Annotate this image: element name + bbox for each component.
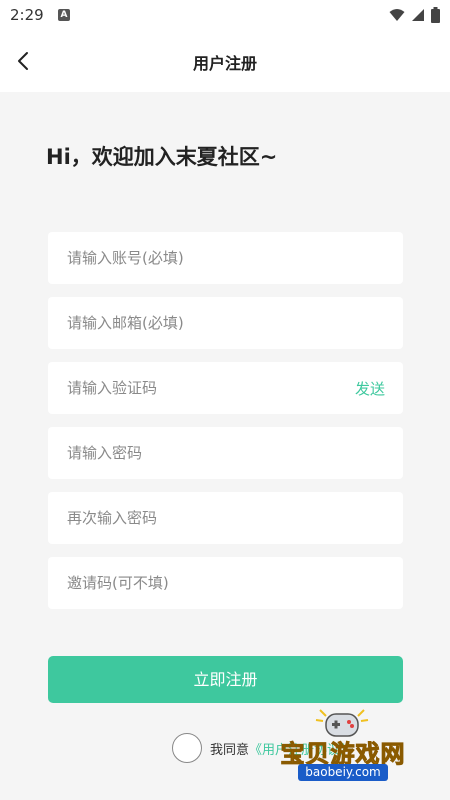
page-title: 用户注册 bbox=[192, 54, 257, 73]
password-field bbox=[48, 427, 403, 479]
account-field bbox=[48, 232, 403, 284]
agree-label: 我同意 bbox=[210, 742, 250, 758]
status-bar: 2:29 A bbox=[0, 0, 450, 30]
app-header: 用户注册 bbox=[0, 30, 450, 92]
agreement-row: 我同意 《用户注册协议》 bbox=[172, 731, 353, 765]
wifi-icon bbox=[389, 9, 405, 21]
code-field: 发送 bbox=[48, 362, 403, 414]
watermark-url: baobeiy.com bbox=[298, 764, 388, 781]
welcome-heading: Hi，欢迎加入末夏社区~ bbox=[46, 145, 278, 169]
agree-checkbox[interactable] bbox=[172, 733, 202, 763]
confirm-password-field bbox=[48, 492, 403, 544]
a-icon: A bbox=[58, 9, 70, 21]
agreement-link[interactable]: 《用户注册协议》 bbox=[249, 739, 353, 758]
invite-code-input[interactable] bbox=[67, 557, 327, 609]
email-field bbox=[48, 297, 403, 349]
status-time: 2:29 bbox=[10, 6, 44, 24]
password-input[interactable] bbox=[67, 427, 327, 479]
confirm-password-input[interactable] bbox=[67, 492, 327, 544]
send-code-button[interactable]: 发送 bbox=[355, 378, 385, 399]
email-input[interactable] bbox=[67, 297, 327, 349]
account-input[interactable] bbox=[67, 232, 327, 284]
verification-code-input[interactable] bbox=[67, 362, 327, 414]
battery-icon bbox=[431, 7, 440, 23]
status-icons bbox=[389, 7, 440, 23]
signal-icon bbox=[412, 9, 424, 21]
invite-code-field bbox=[48, 557, 403, 609]
register-button[interactable]: 立即注册 bbox=[48, 656, 403, 703]
